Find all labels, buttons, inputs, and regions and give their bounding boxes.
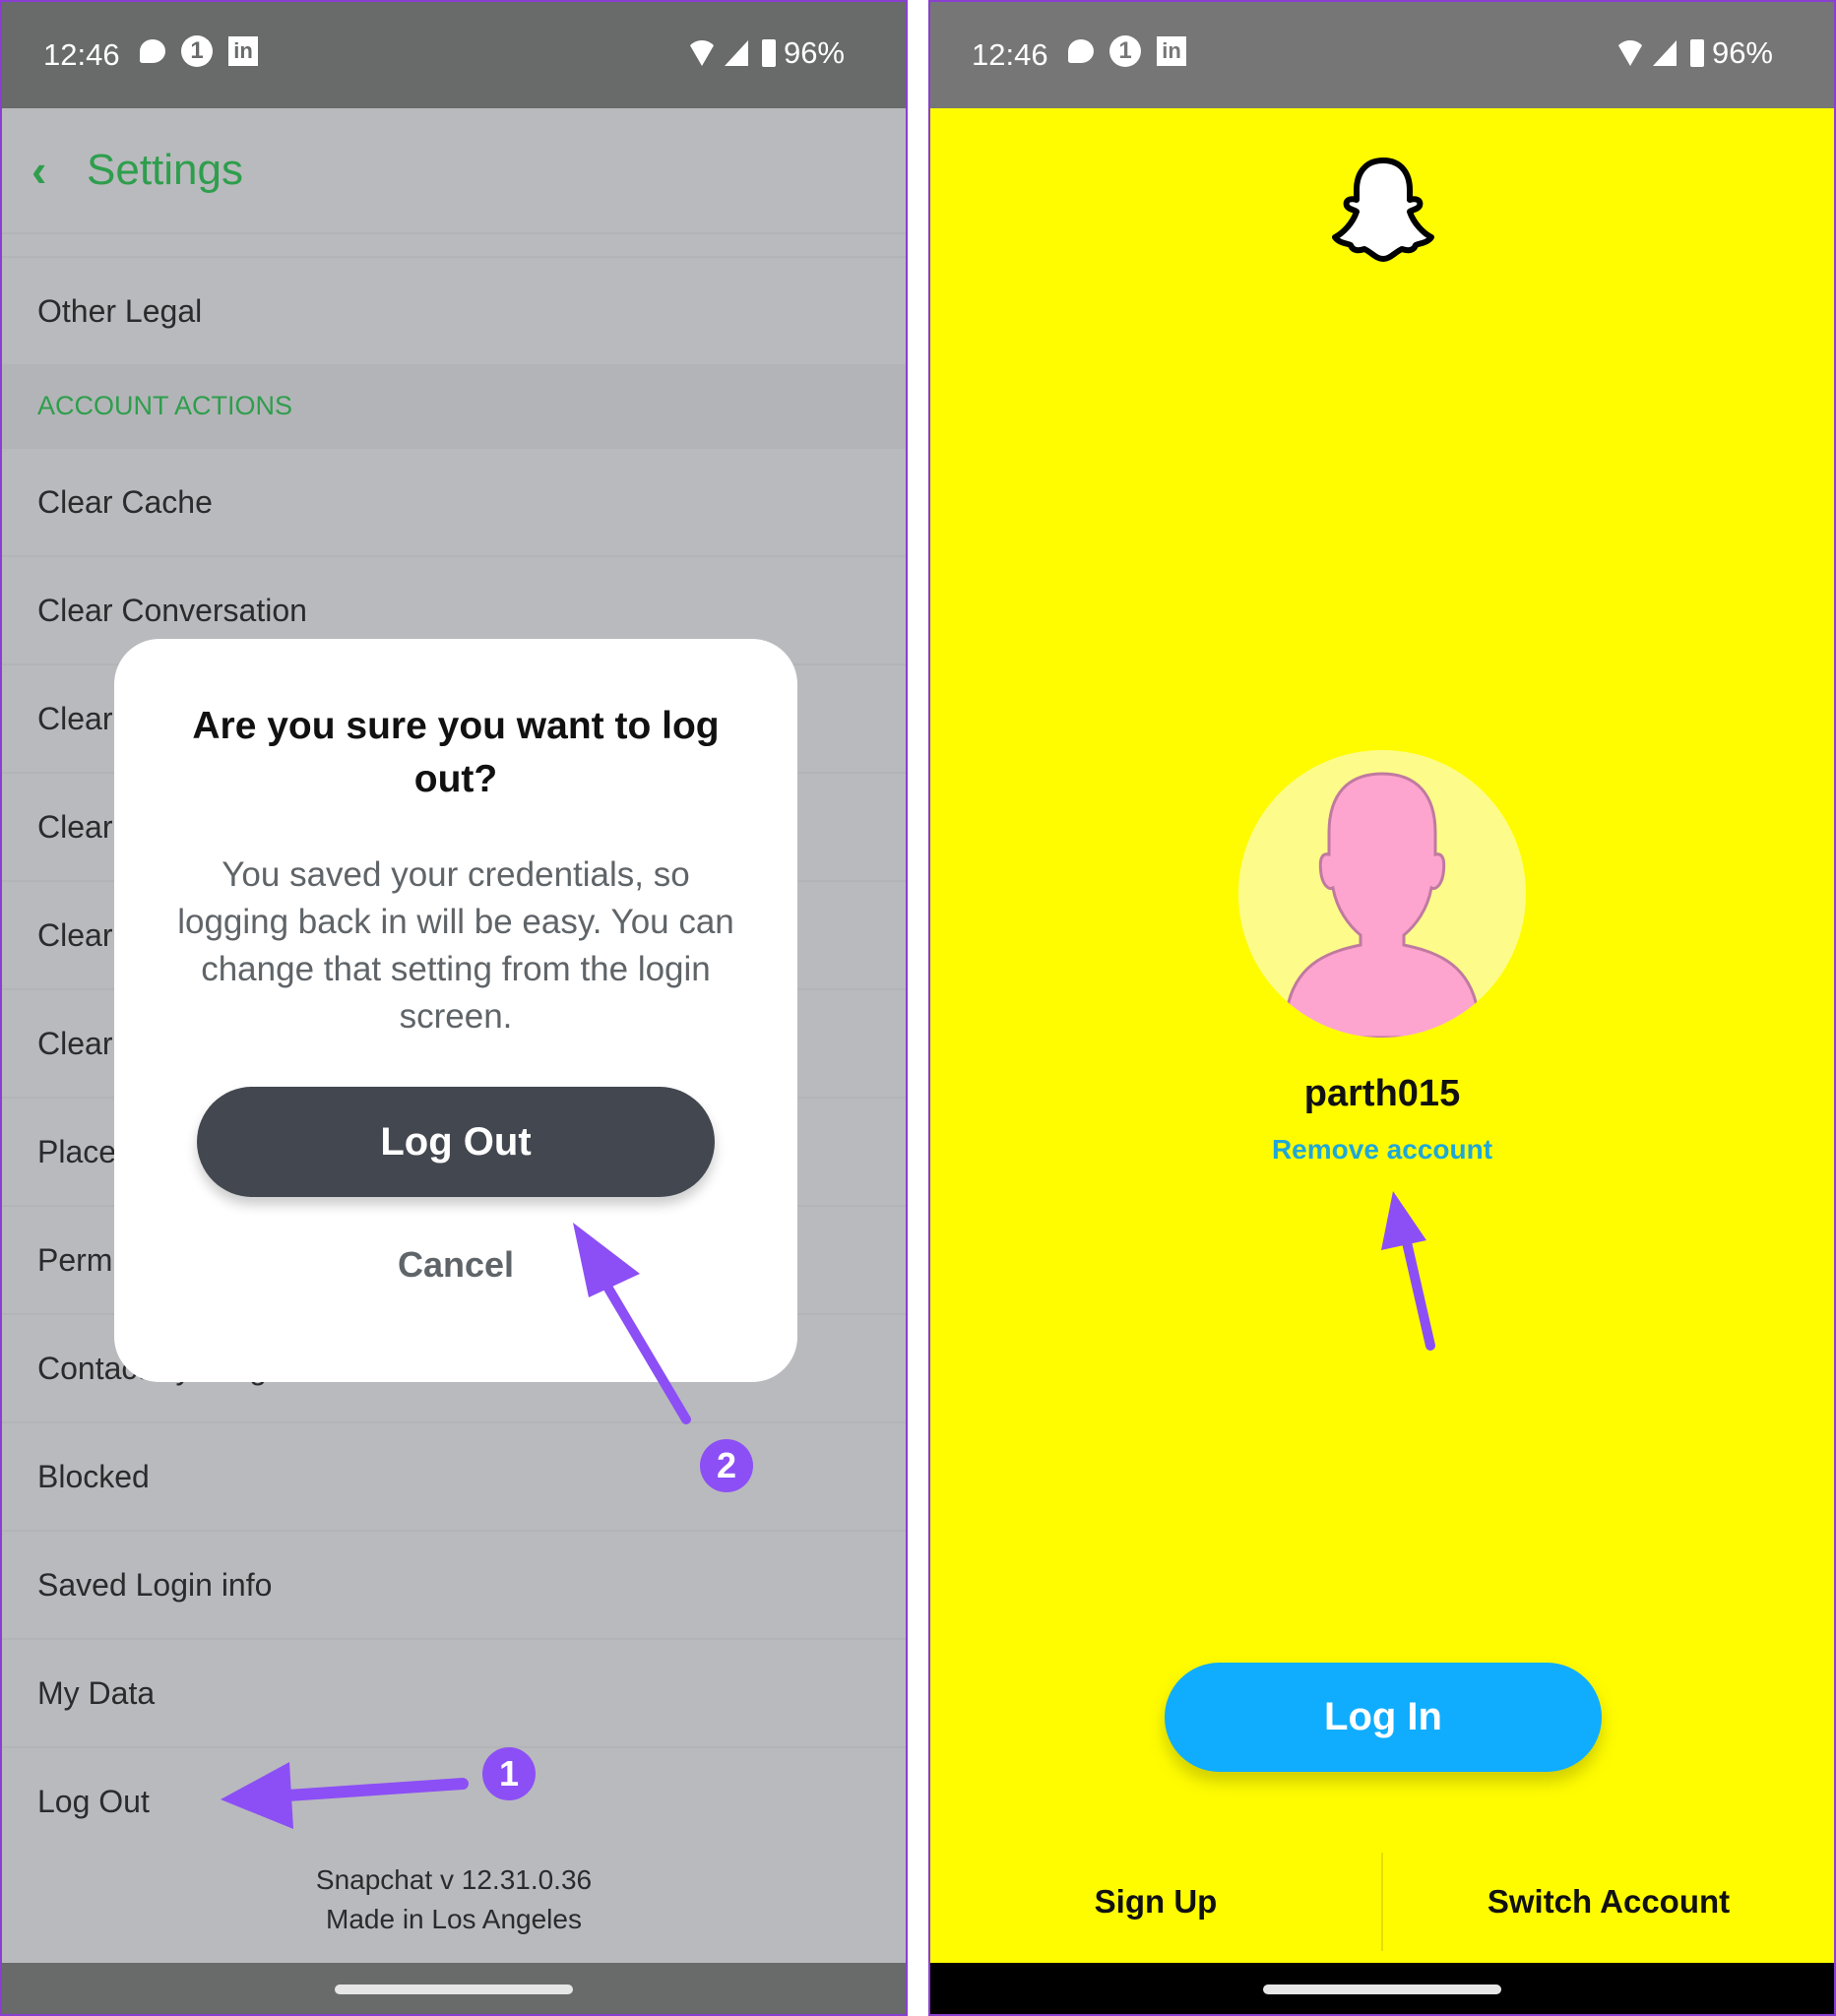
step-badge-1: 1 <box>482 1747 536 1800</box>
navigation-bar <box>2 1963 906 2014</box>
arrow-remove-account <box>1381 1191 1435 1351</box>
bottom-actions: Sign Up Switch Account <box>930 1853 1834 1951</box>
home-gesture-handle[interactable] <box>335 1984 573 1994</box>
log-in-button[interactable]: Log In <box>1165 1663 1602 1772</box>
arrow-step-1 <box>221 1762 469 1829</box>
switch-account-button[interactable]: Switch Account <box>1383 1853 1834 1951</box>
step-badge-2: 2 <box>700 1439 753 1492</box>
navigation-bar <box>930 1963 1834 2014</box>
snapchat-login-screen: 12:46 1 in 96% parth015 Remove account L… <box>928 0 1836 2016</box>
sign-up-button[interactable]: Sign Up <box>930 1853 1381 1951</box>
annotation-arrows <box>221 1223 691 1829</box>
settings-screen: 12:46 1 in 96% ‹ Settings Other Legal AC… <box>0 0 908 2016</box>
arrow-step-2 <box>573 1223 691 1424</box>
home-gesture-handle[interactable] <box>1263 1984 1501 1994</box>
